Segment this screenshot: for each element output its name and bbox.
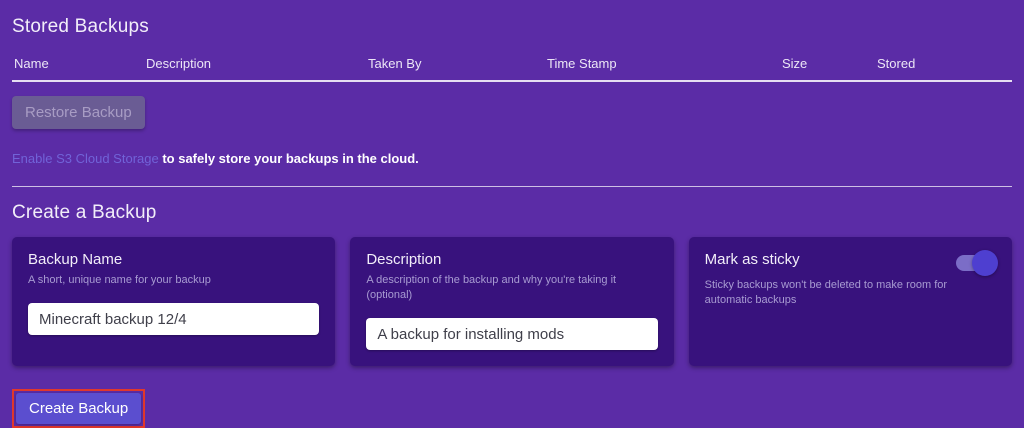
backups-table-header: Name Description Taken By Time Stamp Siz… (12, 56, 1012, 82)
description-hint: A description of the backup and why you'… (366, 273, 657, 303)
column-header-stored: Stored (877, 56, 1012, 71)
backup-name-card: Backup Name A short, unique name for you… (12, 237, 335, 366)
s3-storage-notice: Enable S3 Cloud Storage to safely store … (12, 151, 1012, 166)
mark-as-sticky-hint: Sticky backups won't be deleted to make … (705, 278, 996, 308)
backup-name-input[interactable] (28, 303, 319, 335)
enable-s3-cloud-storage-link[interactable]: Enable S3 Cloud Storage (12, 151, 159, 166)
description-input[interactable] (366, 318, 657, 350)
section-divider (12, 186, 1012, 187)
description-label: Description (366, 251, 657, 268)
column-header-name: Name (14, 56, 146, 71)
mark-as-sticky-card: Mark as sticky Sticky backups won't be d… (689, 237, 1012, 366)
sticky-toggle[interactable] (956, 253, 996, 273)
create-backup-form: Backup Name A short, unique name for you… (12, 237, 1012, 366)
restore-backup-button[interactable]: Restore Backup (12, 96, 145, 129)
create-backup-button[interactable]: Create Backup (16, 393, 141, 424)
backups-page: Stored Backups Name Description Taken By… (0, 0, 1024, 428)
mark-as-sticky-label: Mark as sticky (705, 251, 800, 268)
column-header-size: Size (782, 56, 877, 71)
click-target-annotation: Create Backup (12, 389, 145, 428)
toggle-knob-icon (972, 250, 998, 276)
s3-storage-notice-text: to safely store your backups in the clou… (159, 151, 419, 166)
backup-name-hint: A short, unique name for your backup (28, 273, 319, 288)
description-card: Description A description of the backup … (350, 237, 673, 366)
column-header-time-stamp: Time Stamp (547, 56, 782, 71)
stored-backups-title: Stored Backups (12, 16, 1012, 38)
create-backup-title: Create a Backup (12, 202, 1012, 224)
column-header-description: Description (146, 56, 368, 71)
column-header-taken-by: Taken By (368, 56, 547, 71)
backup-name-label: Backup Name (28, 251, 319, 268)
